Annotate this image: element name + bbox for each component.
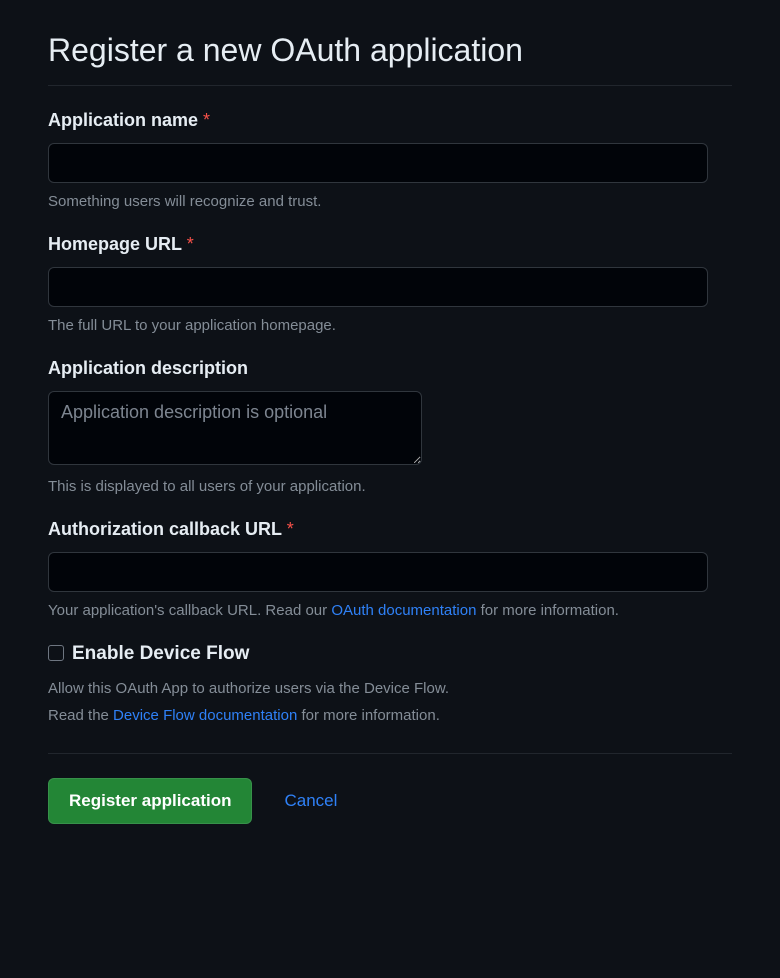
callback-url-label: Authorization callback URL * <box>48 519 732 540</box>
button-row: Register application Cancel <box>48 778 732 824</box>
field-group-homepage-url: Homepage URL * The full URL to your appl… <box>48 234 732 334</box>
cancel-button[interactable]: Cancel <box>284 791 337 811</box>
title-divider <box>48 85 732 86</box>
device-flow-label: Enable Device Flow <box>72 643 249 665</box>
callback-url-help-suffix: for more information. <box>476 602 619 619</box>
homepage-url-label-text: Homepage URL <box>48 234 182 254</box>
button-divider <box>48 753 732 754</box>
device-flow-help-line2-suffix: for more information. <box>297 707 440 724</box>
callback-url-help-prefix: Your application's callback URL. Read ou… <box>48 602 331 619</box>
callback-url-input[interactable] <box>48 552 708 592</box>
oauth-documentation-link[interactable]: OAuth documentation <box>331 602 476 619</box>
field-group-app-name: Application name * Something users will … <box>48 110 732 210</box>
app-description-help: This is displayed to all users of your a… <box>48 478 732 495</box>
device-flow-documentation-link[interactable]: Device Flow documentation <box>113 707 297 724</box>
callback-url-help: Your application's callback URL. Read ou… <box>48 602 732 619</box>
callback-url-label-text: Authorization callback URL <box>48 519 282 539</box>
app-name-label-text: Application name <box>48 110 198 130</box>
app-description-label: Application description <box>48 358 732 379</box>
field-group-callback-url: Authorization callback URL * Your applic… <box>48 519 732 619</box>
required-asterisk-icon: * <box>203 110 210 130</box>
device-flow-help-line2: Read the Device Flow documentation for m… <box>48 702 732 729</box>
homepage-url-help: The full URL to your application homepag… <box>48 317 732 334</box>
field-group-app-description: Application description This is displaye… <box>48 358 732 495</box>
device-flow-checkbox-row: Enable Device Flow <box>48 643 732 665</box>
required-asterisk-icon: * <box>287 519 294 539</box>
device-flow-help: Allow this OAuth App to authorize users … <box>48 675 732 729</box>
register-application-button[interactable]: Register application <box>48 778 252 824</box>
page-title: Register a new OAuth application <box>48 32 732 69</box>
app-name-help: Something users will recognize and trust… <box>48 193 732 210</box>
app-description-label-text: Application description <box>48 358 248 378</box>
required-asterisk-icon: * <box>187 234 194 254</box>
device-flow-help-line1: Allow this OAuth App to authorize users … <box>48 675 732 702</box>
app-name-input[interactable] <box>48 143 708 183</box>
app-name-label: Application name * <box>48 110 732 131</box>
app-description-textarea[interactable] <box>48 391 422 465</box>
homepage-url-label: Homepage URL * <box>48 234 732 255</box>
device-flow-checkbox[interactable] <box>48 645 64 661</box>
field-group-device-flow: Enable Device Flow Allow this OAuth App … <box>48 643 732 729</box>
homepage-url-input[interactable] <box>48 267 708 307</box>
device-flow-help-line2-prefix: Read the <box>48 707 113 724</box>
